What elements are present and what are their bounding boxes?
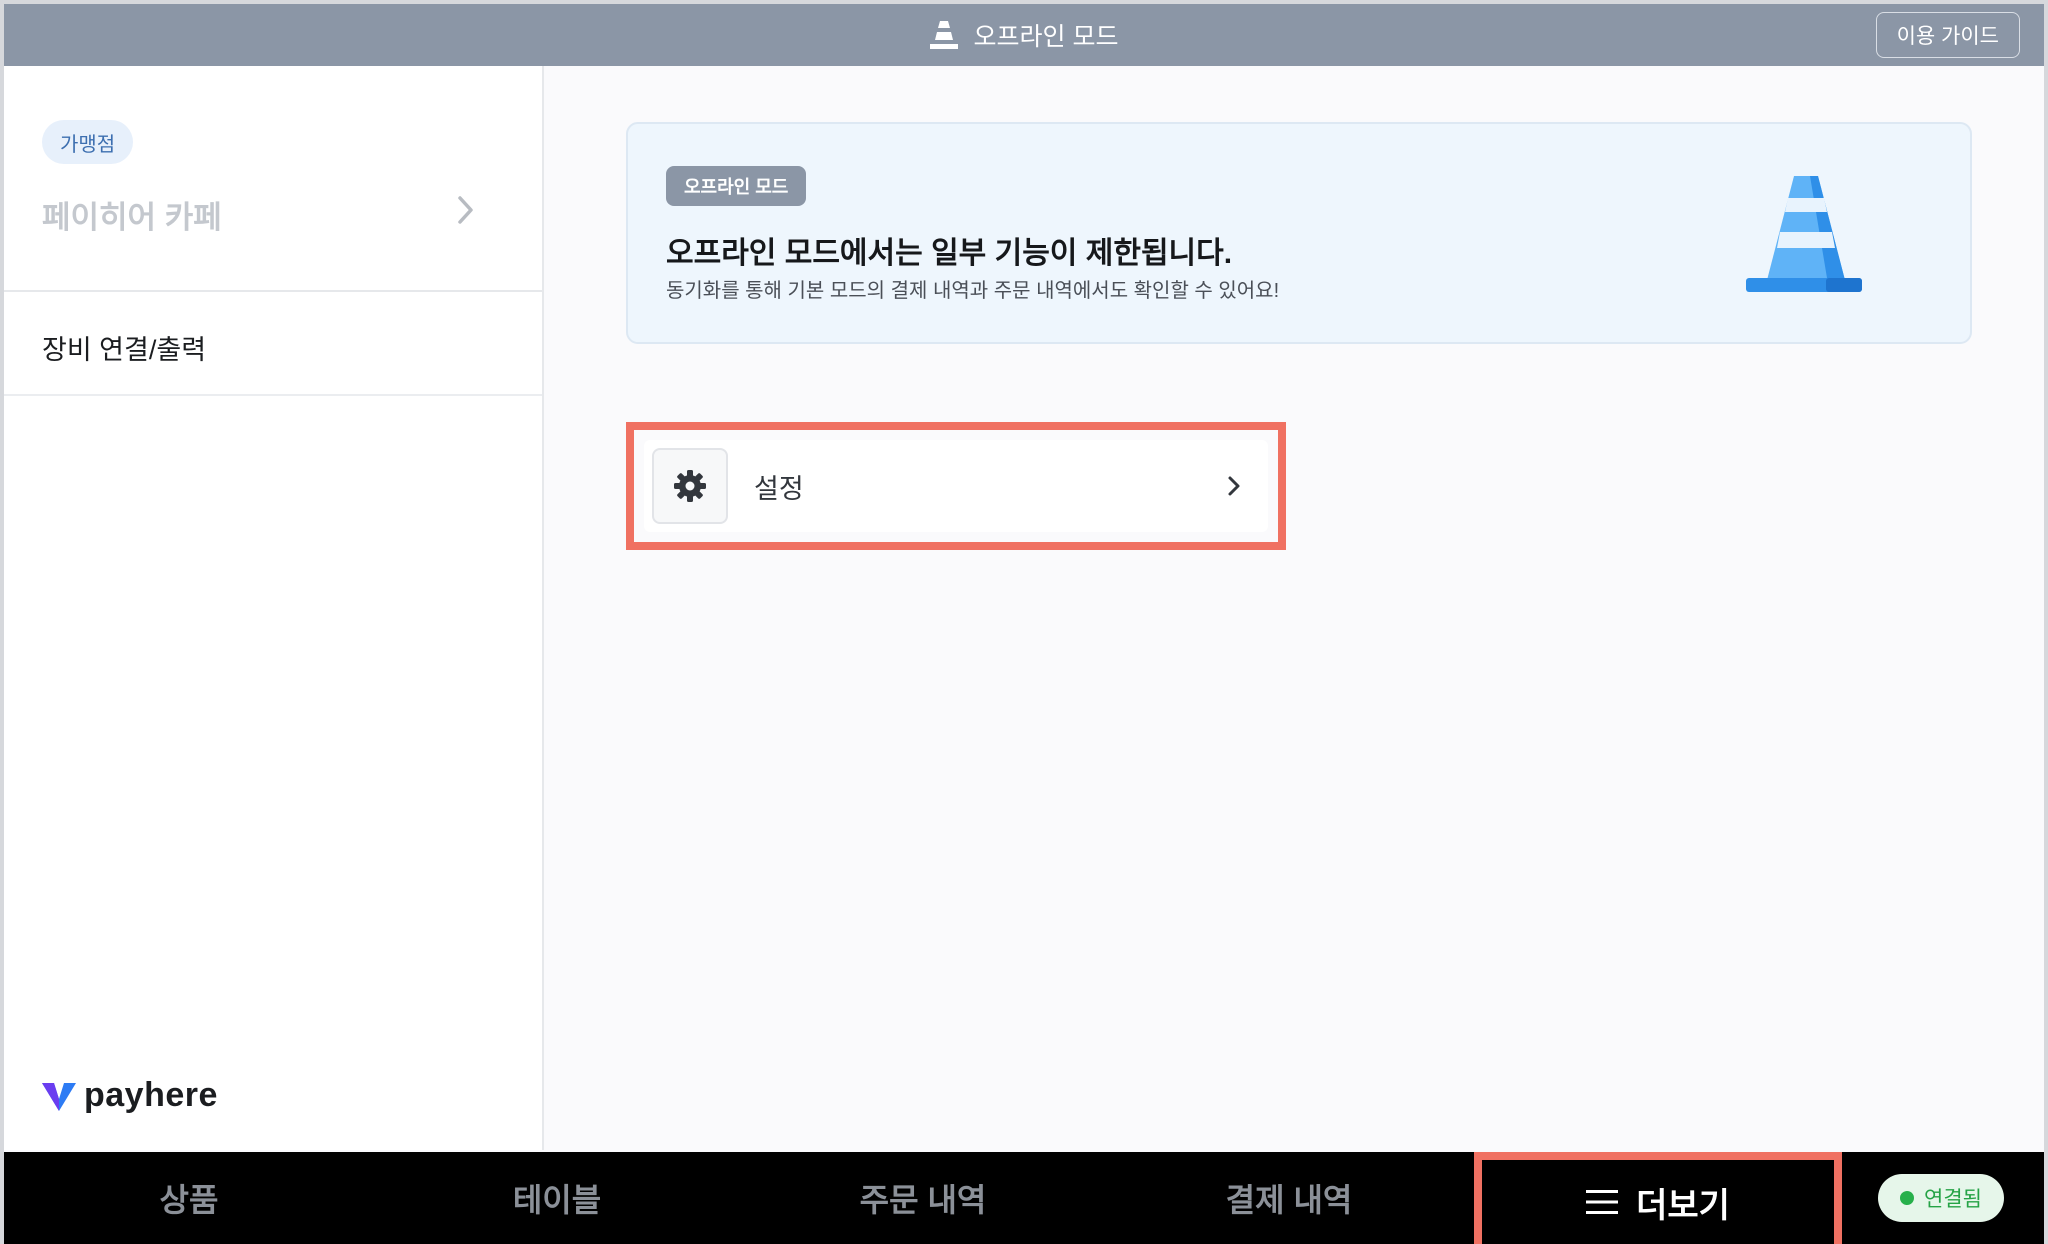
nav-tab-payment-history[interactable]: 결제 내역 (1106, 1152, 1472, 1244)
banner-description: 동기화를 통해 기본 모드의 결제 내역과 주문 내역에서도 확인할 수 있어요… (666, 280, 1280, 302)
offline-mode-banner: 오프라인 모드 오프라인 모드에서는 일부 기능이 제한됩니다. 동기화를 통해… (626, 122, 1972, 344)
gear-icon (674, 470, 706, 502)
logo-text: payhere (84, 1076, 218, 1114)
connection-status-badge: 연결됨 (1878, 1174, 2004, 1222)
top-title-group: 오프라인 모드 (4, 4, 2044, 66)
traffic-cone-illustration-icon (1746, 176, 1862, 292)
nav-tab-products[interactable]: 상품 (4, 1152, 374, 1244)
nav-tab-tables[interactable]: 테이블 (374, 1152, 740, 1244)
connection-status-label: 연결됨 (1924, 1188, 1982, 1211)
chevron-right-icon (1228, 476, 1240, 496)
traffic-cone-icon (929, 21, 958, 49)
nav-tab-more[interactable]: 더보기 (1474, 1152, 1842, 1244)
settings-label: 설정 (754, 473, 804, 504)
payhere-logo-icon (42, 1082, 76, 1111)
page-title: 오프라인 모드 (973, 23, 1119, 51)
nav-tab-order-history[interactable]: 주문 내역 (740, 1152, 1106, 1244)
chevron-right-icon[interactable] (456, 194, 476, 226)
settings-highlight: 설정 (626, 422, 1286, 550)
payhere-logo: payhere (42, 1076, 218, 1115)
app-frame: 오프라인 모드 이용 가이드 가맹점 페이히어 카페 장비 연결/출력 payh… (0, 0, 2048, 1244)
more-label: 더보기 (1636, 1186, 1730, 1225)
store-badge: 가맹점 (42, 120, 134, 164)
gear-icon-box (652, 448, 728, 524)
status-dot-icon (1900, 1191, 1914, 1205)
top-bar: 오프라인 모드 이용 가이드 (4, 4, 2044, 66)
settings-menu-item[interactable]: 설정 (644, 440, 1268, 532)
offline-mode-badge: 오프라인 모드 (666, 166, 807, 206)
store-name[interactable]: 페이히어 카페 (42, 192, 222, 237)
user-guide-button[interactable]: 이용 가이드 (1875, 12, 2020, 58)
sidebar-divider (4, 394, 542, 396)
sidebar: 가맹점 페이히어 카페 장비 연결/출력 payhere (4, 66, 544, 1150)
banner-title: 오프라인 모드에서는 일부 기능이 제한됩니다. (666, 237, 1233, 270)
hamburger-menu-icon (1586, 1190, 1619, 1214)
sidebar-divider (4, 290, 542, 292)
bottom-nav: 상품 테이블 주문 내역 결제 내역 더보기 연결됨 (4, 1152, 2044, 1244)
sidebar-item-device-connection[interactable]: 장비 연결/출력 (42, 328, 206, 367)
